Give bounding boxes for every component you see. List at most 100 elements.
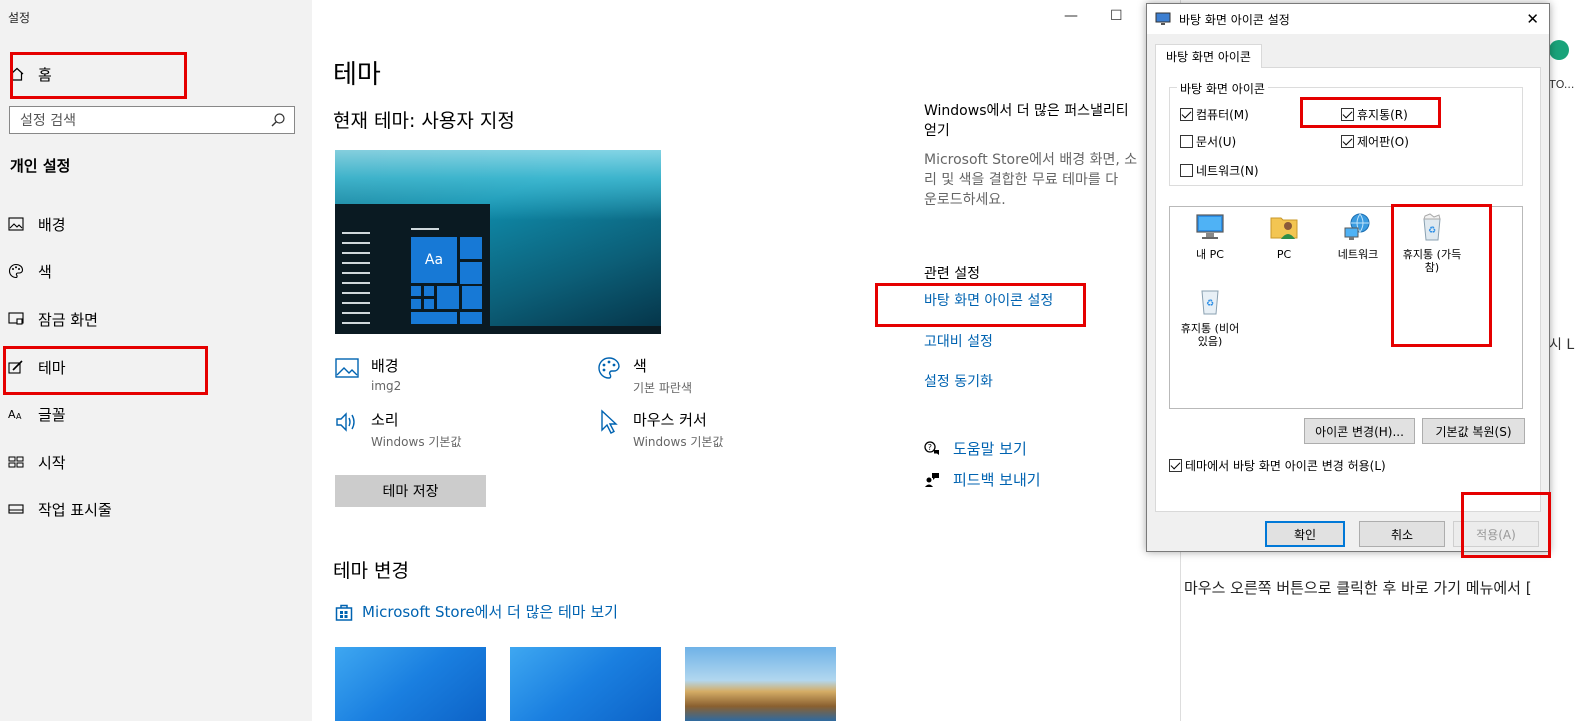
checkbox-box bbox=[1180, 164, 1193, 177]
svg-text:A: A bbox=[8, 408, 16, 421]
property-value: 기본 파란색 bbox=[633, 381, 693, 395]
icon-item-pc[interactable]: PC bbox=[1245, 211, 1323, 261]
current-theme-title: 현재 테마: 사용자 지정 bbox=[333, 110, 515, 132]
icon-item-network[interactable]: 네트워크 bbox=[1319, 211, 1397, 261]
section-title: 개인 설정 bbox=[10, 157, 71, 175]
sidebar-item-fonts[interactable]: AA 글꼴 bbox=[0, 397, 300, 431]
checkbox-box bbox=[1180, 135, 1193, 148]
font-icon: AA bbox=[8, 406, 24, 422]
annotation-desktop-icon-link bbox=[875, 283, 1086, 327]
palette-icon bbox=[8, 263, 24, 279]
annotation-home bbox=[10, 52, 187, 99]
control-panel-checkbox[interactable]: 제어판(O) bbox=[1341, 133, 1409, 150]
sidebar-item-label: 배경 bbox=[38, 215, 66, 234]
recycle-bin-empty-icon: ♻ bbox=[1201, 290, 1219, 315]
annotation-recycle-icon bbox=[1391, 204, 1492, 347]
high-contrast-link[interactable]: 고대비 설정 bbox=[924, 331, 993, 351]
sidebar-item-background[interactable]: 배경 bbox=[0, 207, 300, 241]
checkbox-box bbox=[1169, 459, 1182, 472]
sidebar-item-label: 색 bbox=[38, 262, 52, 281]
page-title: 테마 bbox=[333, 60, 381, 90]
theme-thumbnail[interactable] bbox=[510, 647, 661, 721]
settings-search-input[interactable]: 설정 검색 bbox=[9, 106, 295, 134]
heading-line: Windows에서 더 많은 퍼스낼리티 bbox=[924, 103, 1129, 119]
search-icon bbox=[271, 113, 285, 127]
tab-desktop-icons[interactable]: 바탕 화면 아이콘 bbox=[1155, 44, 1262, 68]
close-icon[interactable]: ✕ bbox=[1526, 10, 1539, 28]
picture-icon bbox=[334, 355, 360, 381]
palette-icon bbox=[596, 355, 622, 381]
monitor-icon bbox=[1196, 214, 1224, 239]
ok-button[interactable]: 확인 bbox=[1265, 521, 1345, 547]
annotation-apply-button bbox=[1461, 492, 1551, 558]
maximize-button[interactable]: ☐ bbox=[1110, 8, 1123, 24]
checkbox-label: 문서(U) bbox=[1196, 135, 1237, 149]
computer-checkbox[interactable]: 컴퓨터(M) bbox=[1180, 106, 1249, 123]
svg-text:A: A bbox=[16, 412, 22, 421]
store-more-themes-link[interactable]: Microsoft Store에서 더 많은 테마 보기 bbox=[335, 601, 618, 622]
description-line: Microsoft Store에서 배경 화면, 소 bbox=[924, 152, 1138, 168]
sync-settings-link[interactable]: 설정 동기화 bbox=[924, 371, 993, 391]
allow-theme-change-checkbox[interactable]: 테마에서 바탕 화면 아이콘 변경 허용(L) bbox=[1169, 457, 1386, 474]
feedback-icon bbox=[925, 472, 939, 487]
window-title: 설정 bbox=[8, 11, 31, 25]
preview-tile: Aa bbox=[410, 236, 458, 284]
app-avatar-icon bbox=[1549, 40, 1569, 60]
sidebar-item-start[interactable]: 시작 bbox=[0, 445, 300, 479]
property-label: 소리 bbox=[371, 411, 399, 429]
dialog-title: 바탕 화면 아이콘 설정 bbox=[1179, 12, 1290, 27]
property-label: 마우스 커서 bbox=[633, 411, 707, 429]
minimize-button[interactable]: — bbox=[1064, 8, 1078, 24]
background-property[interactable]: 배경 img2 bbox=[334, 355, 401, 393]
display-settings-icon bbox=[1155, 12, 1171, 25]
side-text: 시 L bbox=[1549, 337, 1575, 353]
network-checkbox[interactable]: 네트워크(N) bbox=[1180, 162, 1259, 179]
theme-page: 테마 현재 테마: 사용자 지정 Aa 배경 img2 색 기본 파란색 소리 … bbox=[312, 0, 1180, 721]
icon-label: 내 PC bbox=[1196, 248, 1224, 261]
sidebar-item-color[interactable]: 색 bbox=[0, 254, 300, 288]
restore-default-button[interactable]: 기본값 복원(S) bbox=[1422, 418, 1525, 444]
sidebar-item-label: 시작 bbox=[38, 453, 66, 472]
property-label: 배경 bbox=[371, 357, 399, 375]
theme-thumbnail[interactable] bbox=[685, 647, 836, 721]
feedback-link[interactable]: 피드백 보내기 bbox=[924, 469, 1041, 490]
svg-text:?: ? bbox=[928, 443, 932, 452]
cancel-button[interactable]: 취소 bbox=[1359, 521, 1445, 547]
start-grid-icon bbox=[8, 454, 24, 470]
related-settings-title: 관련 설정 bbox=[924, 266, 980, 282]
lock-screen-icon bbox=[8, 311, 24, 327]
cursor-property[interactable]: 마우스 커서 Windows 기본값 bbox=[596, 409, 724, 450]
description-line: 리 및 색을 결합한 무료 테마를 다 bbox=[924, 172, 1119, 188]
personality-description: Microsoft Store에서 배경 화면, 소 리 및 색을 결합한 무료… bbox=[924, 150, 1164, 210]
property-label: 색 bbox=[633, 357, 647, 375]
icon-item-recycle-bin-empty[interactable]: ♻ 휴지통 (비어 있음) bbox=[1171, 285, 1249, 348]
dialog-titlebar: 바탕 화면 아이콘 설정 ✕ bbox=[1147, 4, 1549, 34]
help-link[interactable]: ? 도움말 보기 bbox=[924, 438, 1027, 459]
feedback-label: 피드백 보내기 bbox=[953, 471, 1041, 489]
change-icon-button[interactable]: 아이콘 변경(H)... bbox=[1304, 418, 1415, 444]
icon-label: 휴지통 (비어 bbox=[1180, 322, 1240, 335]
icon-label: 네트워크 bbox=[1337, 248, 1379, 261]
picture-icon bbox=[8, 216, 24, 232]
sidebar-item-taskbar[interactable]: 작업 표시줄 bbox=[0, 492, 300, 526]
network-globe-icon bbox=[1344, 213, 1370, 240]
svg-text:♻: ♻ bbox=[1206, 299, 1214, 309]
heading-line: 얻기 bbox=[924, 123, 950, 139]
theme-preview: Aa bbox=[335, 150, 661, 334]
checkbox-label: 테마에서 바탕 화면 아이콘 변경 허용(L) bbox=[1185, 459, 1386, 473]
icon-label: 있음) bbox=[1197, 335, 1223, 348]
theme-thumbnail[interactable] bbox=[335, 647, 486, 721]
checkbox-label: 제어판(O) bbox=[1357, 135, 1409, 149]
sidebar-item-lock-screen[interactable]: 잠금 화면 bbox=[0, 302, 300, 336]
property-value: Windows 기본값 bbox=[633, 435, 724, 449]
sidebar-item-label: 글꼴 bbox=[38, 405, 66, 424]
color-property[interactable]: 색기본 파란색 bbox=[596, 355, 692, 396]
save-theme-button[interactable]: 테마 저장 bbox=[335, 475, 486, 507]
personality-heading: Windows에서 더 많은 퍼스낼리티 얻기 bbox=[924, 101, 1164, 141]
change-theme-title: 테마 변경 bbox=[333, 560, 409, 582]
sound-property[interactable]: 소리 Windows 기본값 bbox=[334, 409, 462, 450]
checkbox-label: 네트워크(N) bbox=[1196, 164, 1259, 178]
icon-item-my-pc[interactable]: 내 PC bbox=[1171, 211, 1249, 261]
documents-checkbox[interactable]: 문서(U) bbox=[1180, 133, 1236, 150]
icon-label: PC bbox=[1276, 248, 1292, 261]
